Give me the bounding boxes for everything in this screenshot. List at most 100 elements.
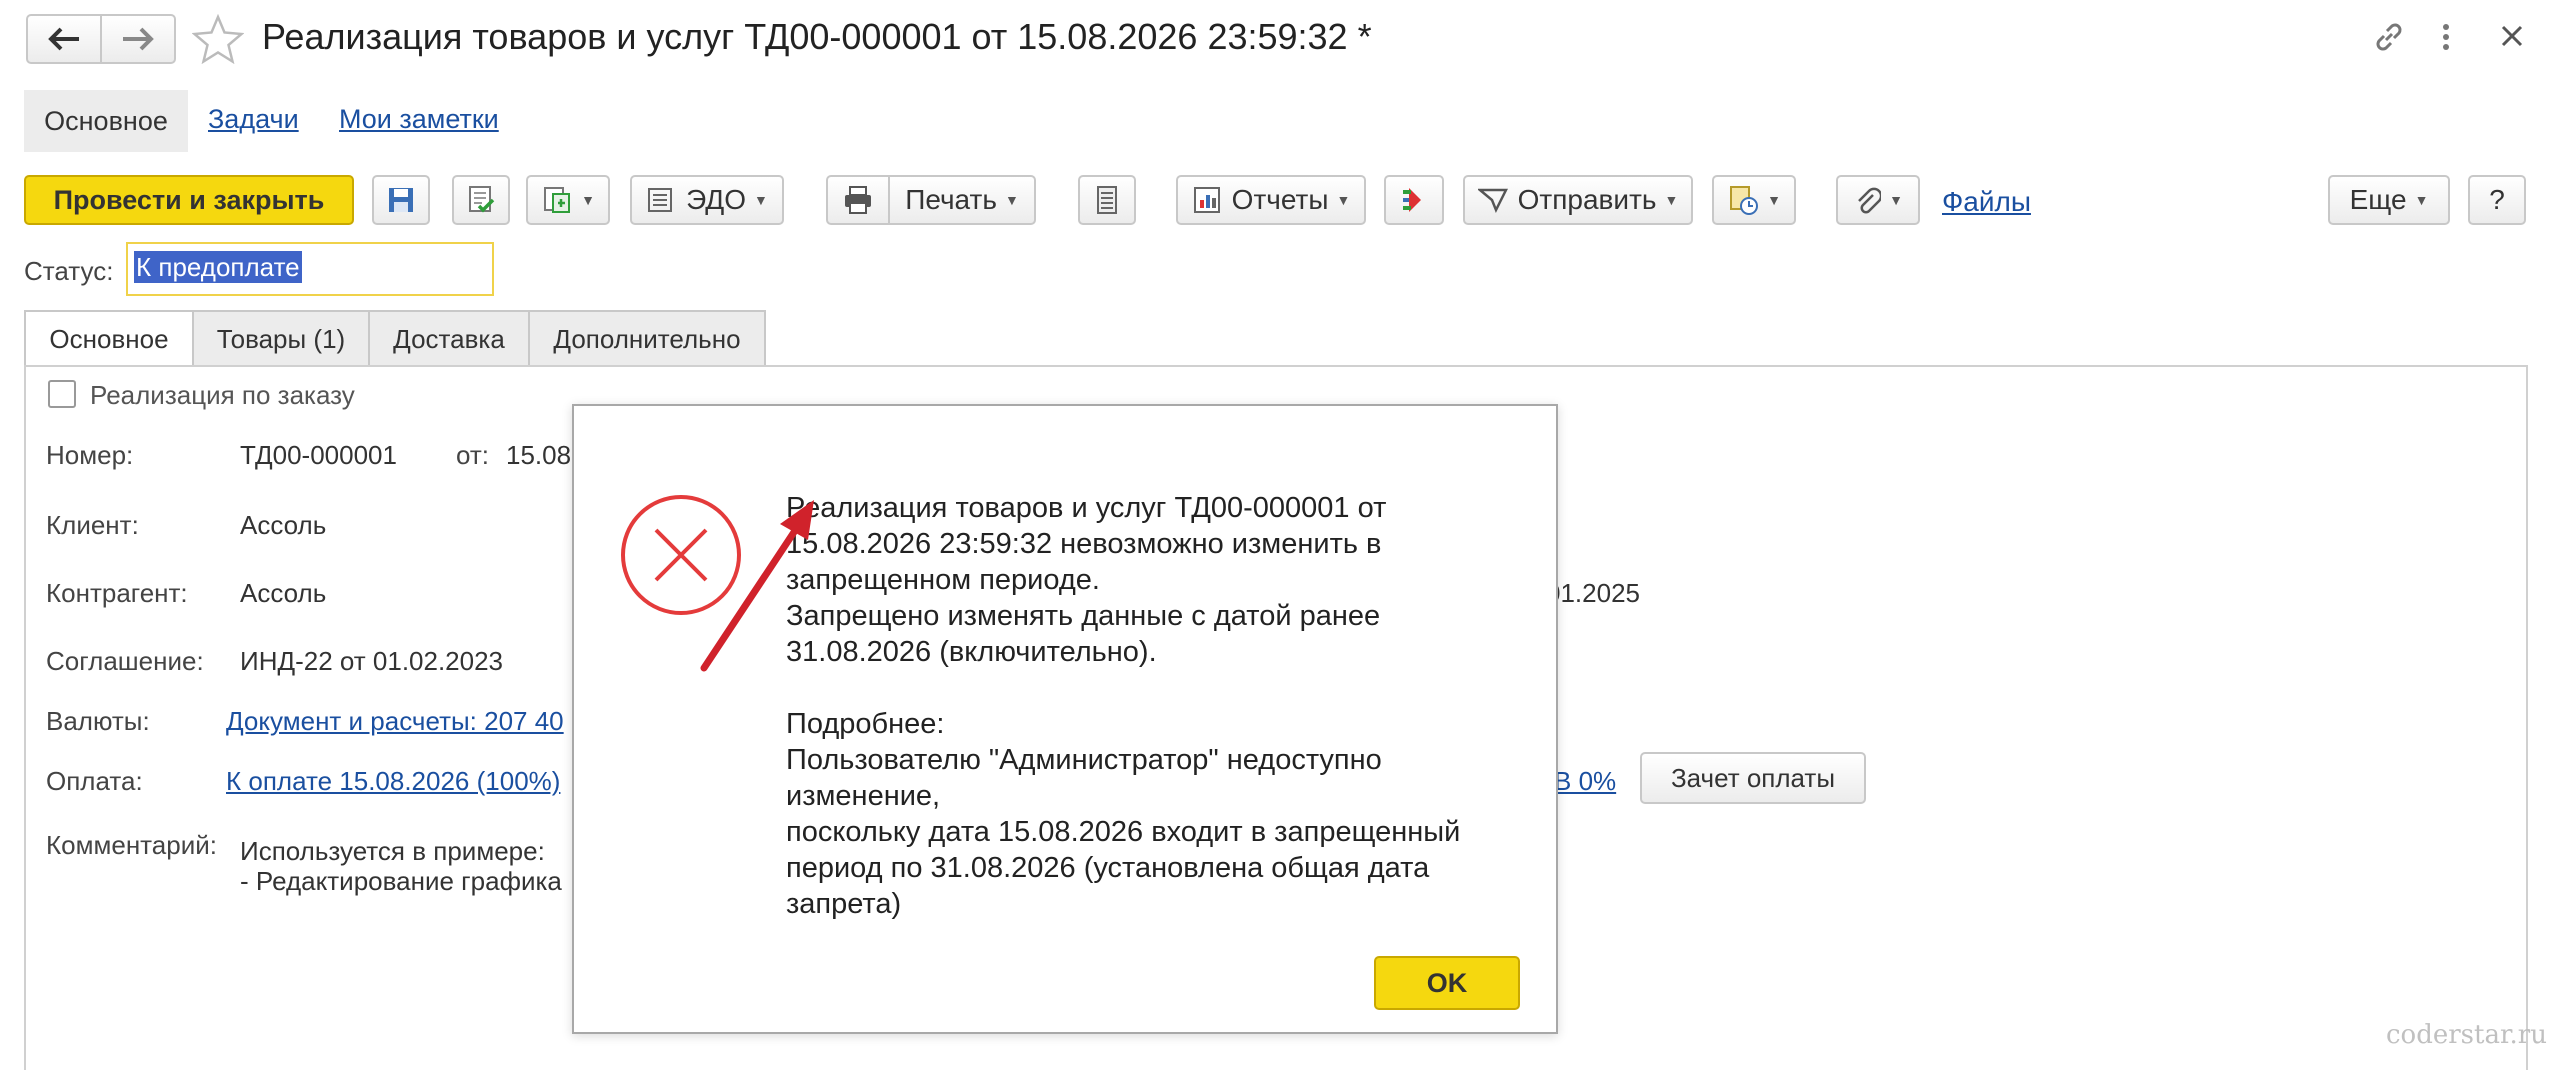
- agreement-label: Соглашение:: [46, 646, 204, 676]
- send-button[interactable]: Отправить ▼: [1463, 175, 1693, 225]
- edo-label: ЭДО: [686, 184, 747, 215]
- by-order-label: Реализация по заказу: [90, 380, 355, 410]
- kebab-menu-icon[interactable]: [2440, 22, 2452, 52]
- back-button[interactable]: [26, 14, 102, 64]
- status-field[interactable]: К предоплате: [126, 242, 494, 296]
- payment-link[interactable]: К оплате 15.08.2026 (100%): [226, 766, 560, 797]
- form-tab-delivery[interactable]: Доставка: [368, 310, 530, 366]
- message-line: 31.08.2026 (включительно).: [786, 636, 1157, 668]
- scheduled-actions-button[interactable]: ▼: [1712, 175, 1796, 225]
- form-tab-additional[interactable]: Дополнительно: [528, 310, 766, 366]
- client-label: Клиент:: [46, 510, 139, 540]
- nav-tab-tasks[interactable]: Задачи: [208, 104, 299, 135]
- form-tab-goods[interactable]: Товары (1): [192, 310, 370, 366]
- structure-button[interactable]: [1384, 175, 1444, 225]
- ok-button[interactable]: OK: [1374, 956, 1520, 1010]
- agreement-field[interactable]: ИНД-22 от 01.02.2023: [240, 646, 503, 677]
- favorite-star-icon[interactable]: [192, 14, 244, 64]
- number-label: Номер:: [46, 440, 134, 470]
- status-value: К предоплате: [134, 251, 302, 283]
- help-button[interactable]: ?: [2468, 175, 2526, 225]
- more-button[interactable]: Еще ▼: [2328, 175, 2450, 225]
- number-field[interactable]: ТД00-000001: [240, 440, 397, 471]
- help-label: ?: [2489, 184, 2505, 215]
- watermark: coderstar.ru: [2386, 1020, 2547, 1050]
- form-tab-main[interactable]: Основное: [24, 310, 194, 366]
- post-document-icon: [465, 184, 497, 216]
- post-button[interactable]: [452, 175, 510, 225]
- nav-tab-main-label: Основное: [44, 105, 168, 136]
- vat-link[interactable]: В 0%: [1554, 766, 1616, 797]
- floppy-disk-icon: [386, 185, 416, 215]
- from-label: от:: [456, 440, 490, 470]
- post-and-close-label: Провести и закрыть: [53, 184, 325, 215]
- comment-line-1[interactable]: Используется в примере:: [240, 836, 545, 867]
- currency-link[interactable]: Документ и расчеты: 207 40: [226, 706, 564, 737]
- reports-button[interactable]: Отчеты ▼: [1176, 175, 1366, 225]
- send-label: Отправить: [1517, 184, 1657, 215]
- nav-tab-notes[interactable]: Мои заметки: [339, 104, 499, 135]
- comment-line-2[interactable]: - Редактирование графика: [240, 866, 562, 897]
- message-line: Реализация товаров и услуг ТД00-000001 о…: [786, 492, 1387, 524]
- create-based-on-button[interactable]: ▼: [526, 175, 610, 225]
- save-button[interactable]: [372, 175, 430, 225]
- document-journal-button[interactable]: [1078, 175, 1136, 225]
- document-clock-icon: [1727, 184, 1759, 216]
- annotation-arrow-icon: [690, 490, 820, 676]
- message-line: 15.08.2026 23:59:32 невозможно изменить …: [786, 528, 1382, 560]
- edo-button[interactable]: ЭДО ▼: [630, 175, 784, 225]
- details-line: период по 31.08.2026 (установлена общая …: [786, 852, 1430, 884]
- chevron-down-icon: ▼: [1767, 192, 1781, 208]
- chevron-down-icon: ▼: [754, 192, 768, 208]
- print-icon-button[interactable]: [826, 175, 890, 225]
- contract-date: 01.2025: [1546, 578, 1640, 608]
- client-field[interactable]: Ассоль: [240, 510, 326, 541]
- edo-icon: [646, 186, 676, 214]
- form-tab-goods-label: Товары (1): [216, 323, 346, 354]
- date-field[interactable]: 15.08: [506, 440, 571, 471]
- chevron-down-icon: ▼: [2414, 192, 2429, 208]
- more-label: Еще: [2349, 184, 2407, 215]
- print-label: Печать: [905, 184, 997, 215]
- link-icon[interactable]: [2372, 20, 2406, 54]
- report-chart-icon: [1192, 185, 1222, 215]
- chevron-down-icon: ▼: [581, 192, 595, 208]
- send-paper-plane-icon: [1477, 186, 1508, 214]
- details-line: Подробнее:: [786, 708, 945, 740]
- chevron-down-icon: ▼: [1004, 192, 1019, 208]
- details-line: изменение,: [786, 780, 941, 812]
- arrow-left-icon: [47, 26, 81, 52]
- reports-label: Отчеты: [1231, 184, 1329, 215]
- close-icon[interactable]: [2500, 24, 2524, 48]
- files-link[interactable]: Файлы: [1942, 186, 2031, 218]
- chevron-down-icon: ▼: [1336, 192, 1351, 208]
- form-tab-delivery-label: Доставка: [393, 323, 505, 354]
- printer-icon: [842, 185, 874, 215]
- window-title: Реализация товаров и услуг ТД00-000001 о…: [262, 16, 1372, 57]
- payment-offset-button[interactable]: Зачет оплаты: [1640, 752, 1866, 804]
- forward-button[interactable]: [100, 14, 176, 64]
- chevron-down-icon: ▼: [1664, 192, 1679, 208]
- comment-label: Комментарий:: [46, 830, 217, 860]
- by-order-checkbox[interactable]: [48, 380, 76, 408]
- payment-offset-label: Зачет оплаты: [1670, 762, 1836, 793]
- chevron-down-icon: ▼: [1889, 192, 1903, 208]
- nav-tab-main[interactable]: Основное: [24, 90, 188, 152]
- print-button[interactable]: Печать ▼: [888, 175, 1036, 225]
- list-document-icon: [1095, 185, 1119, 215]
- contractor-field[interactable]: Ассоль: [240, 578, 326, 609]
- arrow-right-icon: [121, 26, 155, 52]
- paperclip-icon: [1853, 185, 1882, 215]
- details-line: Пользователю "Администратор" недоступно: [786, 744, 1382, 776]
- ok-label: OK: [1426, 967, 1468, 998]
- attachments-button[interactable]: ▼: [1836, 175, 1920, 225]
- status-label: Статус:: [24, 256, 114, 286]
- message-line: запрещенном периоде.: [786, 564, 1100, 596]
- post-and-close-button[interactable]: Провести и закрыть: [24, 175, 354, 225]
- details-line: поскольку дата 15.08.2026 входит в запре…: [786, 816, 1461, 848]
- form-tab-additional-label: Дополнительно: [553, 323, 741, 354]
- payment-label: Оплата:: [46, 766, 143, 796]
- dialog-message: Реализация товаров и услуг ТД00-000001 о…: [786, 490, 1546, 922]
- form-tab-main-label: Основное: [49, 323, 169, 354]
- contractor-label: Контрагент:: [46, 578, 188, 608]
